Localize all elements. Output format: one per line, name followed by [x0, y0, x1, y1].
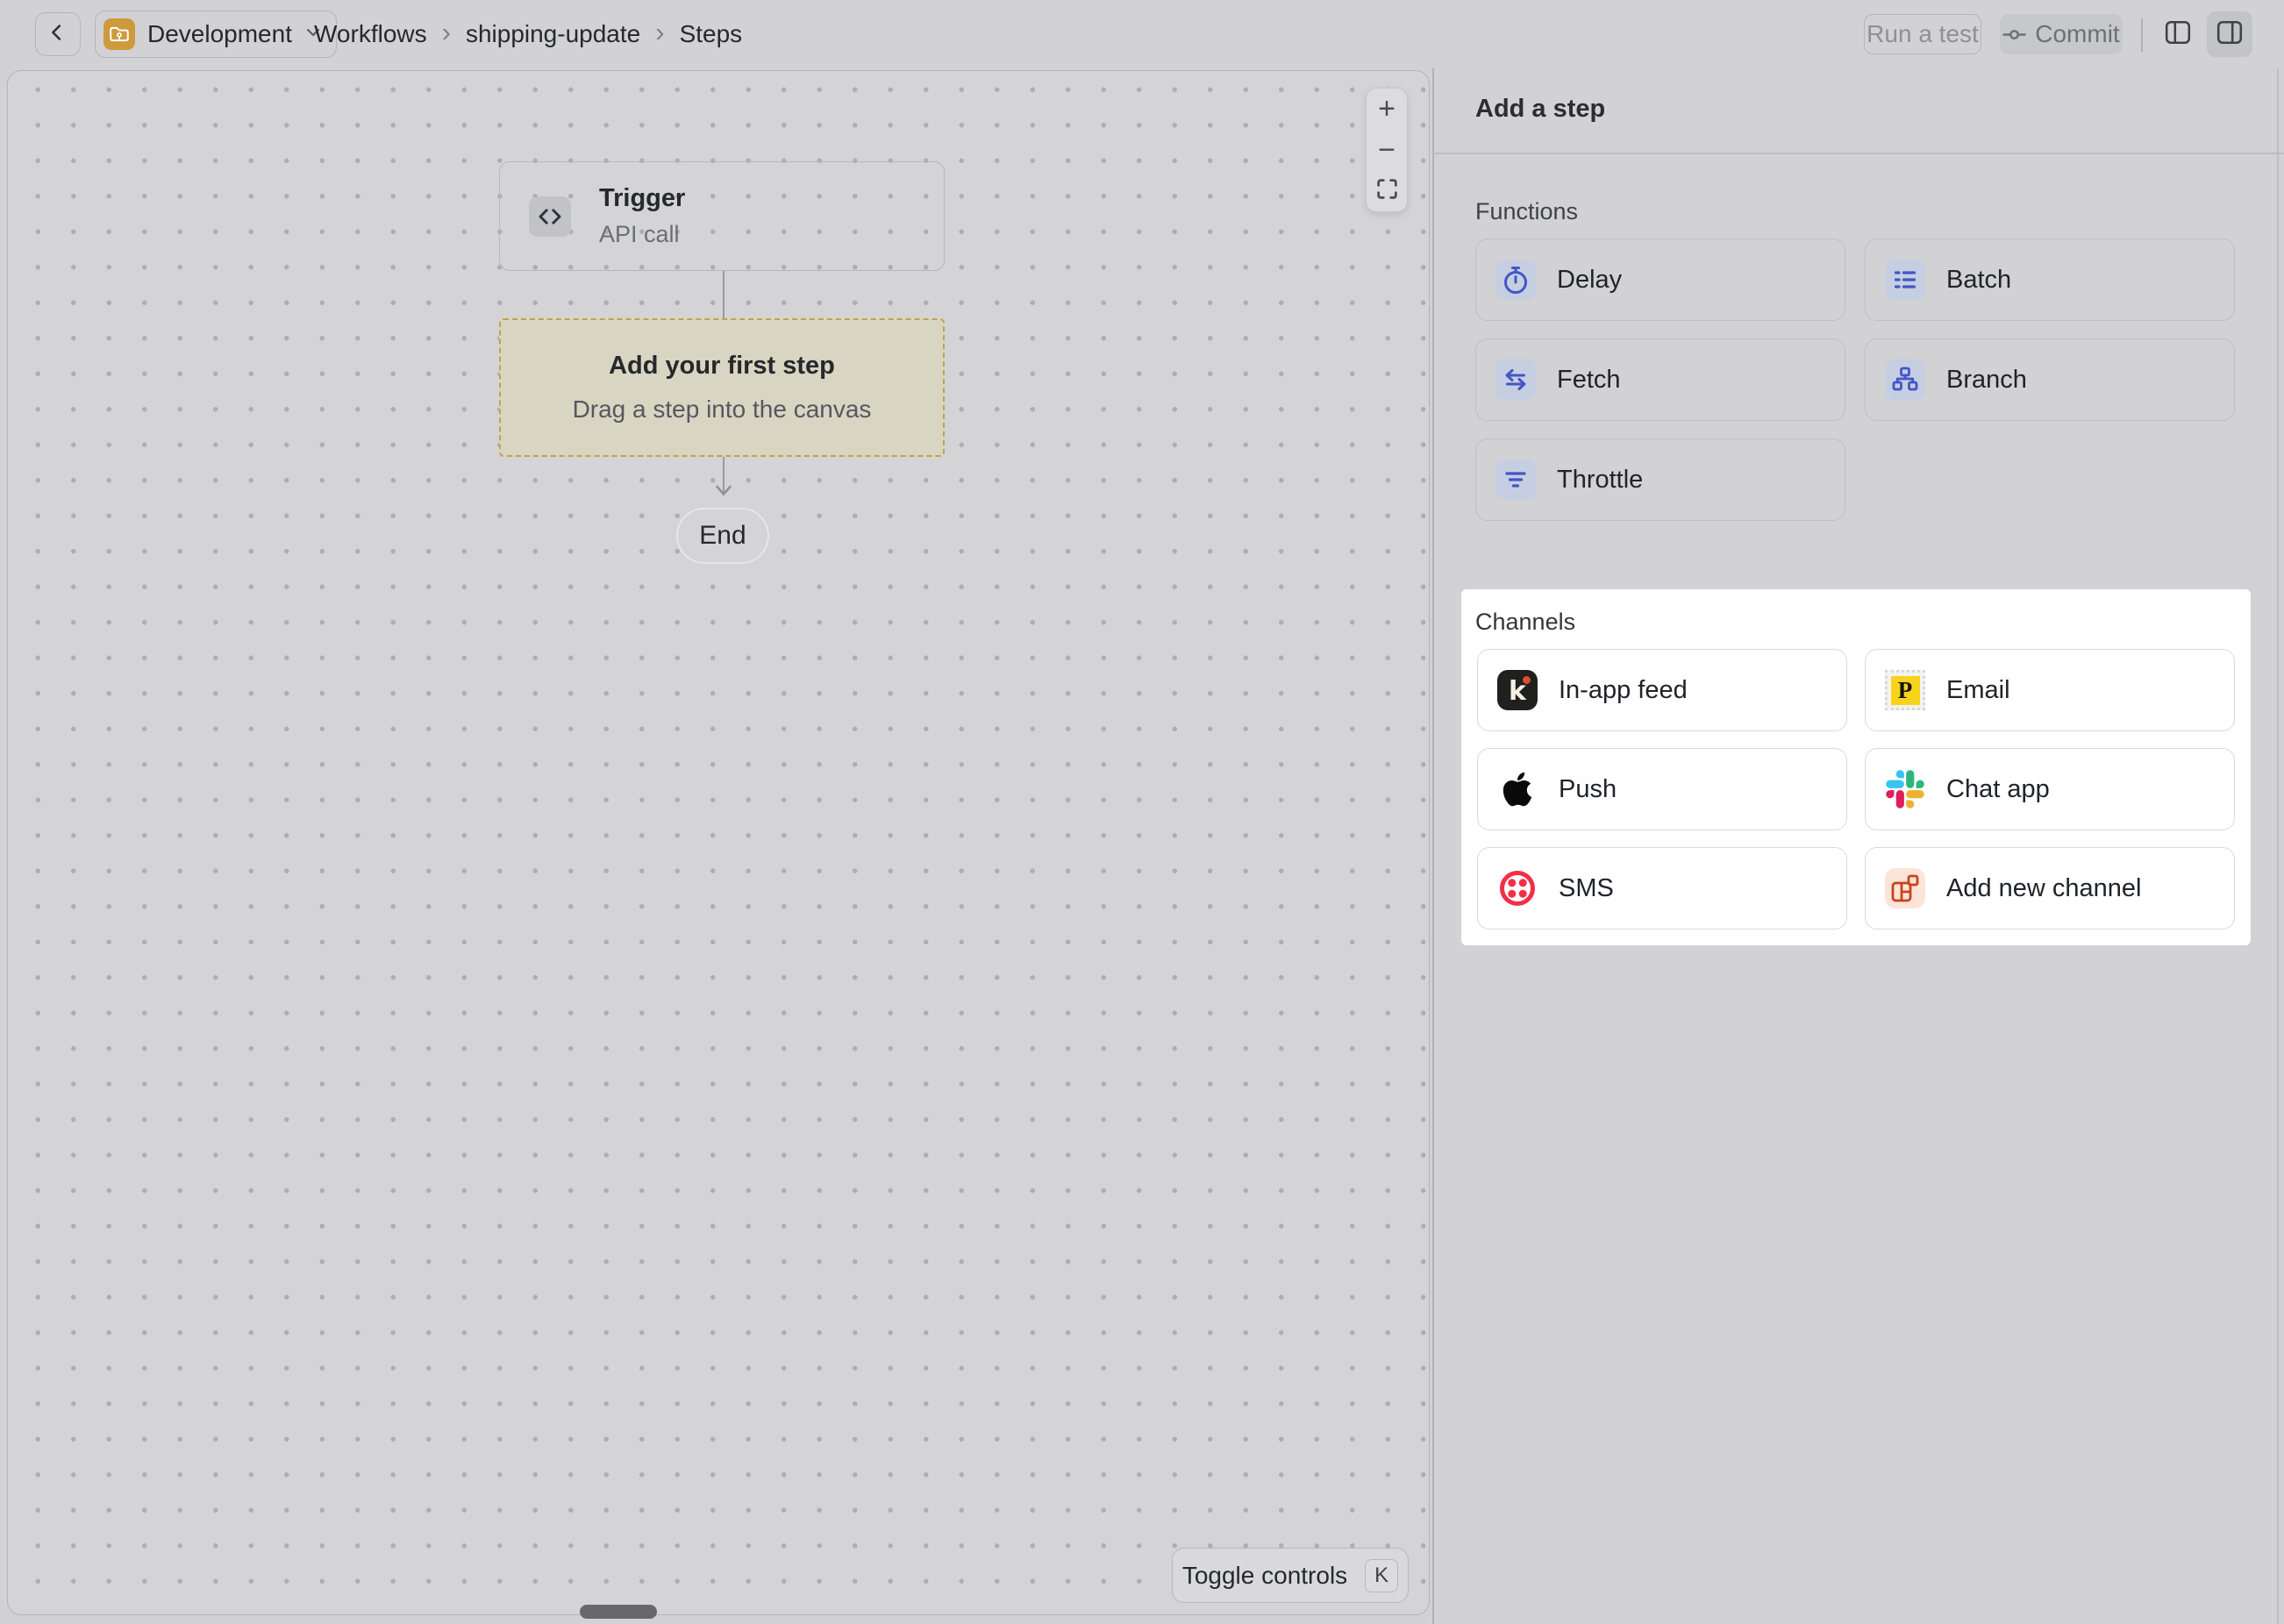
channel-card-label: SMS	[1559, 874, 1614, 903]
zoom-out-button[interactable]: −	[1367, 135, 1407, 165]
channel-card-label: Push	[1559, 775, 1617, 804]
filter-lines-icon	[1495, 459, 1536, 500]
apple-logo-icon	[1497, 769, 1538, 809]
channel-card-push[interactable]: Push	[1477, 748, 1847, 830]
postmark-logo-icon: P	[1885, 670, 1925, 710]
workflow-canvas[interactable]: Trigger API call Add your first step Dra…	[7, 70, 1430, 1615]
git-commit-icon	[2002, 20, 2026, 48]
function-card-label: Fetch	[1557, 366, 1621, 395]
breadcrumb-workflow-name[interactable]: shipping-update	[466, 20, 640, 48]
twilio-logo-icon	[1497, 868, 1538, 908]
chevron-left-icon	[45, 19, 71, 50]
add-channel-icon	[1885, 868, 1925, 908]
breadcrumb-separator: ›	[655, 17, 664, 48]
horizontal-scrollbar-thumb[interactable]	[580, 1605, 657, 1619]
sidebar-title-divider	[1434, 153, 2284, 154]
left-panel-icon	[2164, 18, 2192, 51]
channel-card-in-app-feed[interactable]: k In-app feed	[1477, 649, 1847, 731]
function-card-label: Batch	[1946, 266, 2011, 295]
function-card-label: Throttle	[1557, 466, 1643, 495]
channels-section: Channels k In-app feed P Email Push	[1461, 589, 2251, 945]
arrowhead-down-icon	[715, 485, 732, 501]
trigger-node-subtitle: API call	[599, 221, 685, 248]
breadcrumb-steps[interactable]: Steps	[680, 20, 743, 48]
slack-logo-icon	[1885, 769, 1925, 809]
knock-logo-icon: k	[1497, 670, 1538, 710]
header-divider	[2141, 18, 2143, 52]
breadcrumb: Workflows › shipping-update › Steps	[314, 0, 742, 68]
canvas-zoom-controls: + −	[1366, 88, 1408, 212]
functions-section-label: Functions	[1475, 198, 1578, 225]
sidebar-title: Add a step	[1475, 95, 1605, 124]
channel-card-add-new-channel[interactable]: Add new channel	[1865, 847, 2235, 930]
end-node[interactable]: End	[676, 508, 769, 564]
code-brackets-icon	[529, 196, 571, 237]
commit-label: Commit	[2035, 20, 2119, 48]
function-card-delay[interactable]: Delay	[1475, 239, 1845, 321]
edge-trigger-to-placeholder	[723, 271, 724, 318]
channel-card-chat-app[interactable]: Chat app	[1865, 748, 2235, 830]
swap-arrows-icon	[1495, 360, 1536, 400]
back-button[interactable]	[35, 12, 81, 56]
trigger-node[interactable]: Trigger API call	[499, 161, 945, 271]
environment-label: Development	[147, 20, 292, 48]
function-card-branch[interactable]: Branch	[1865, 338, 2235, 421]
breadcrumb-separator: ›	[442, 17, 451, 48]
keyboard-shortcut-badge: K	[1365, 1559, 1398, 1592]
toggle-right-panel-button[interactable]	[2207, 11, 2252, 57]
toggle-controls-button[interactable]: Toggle controls K	[1172, 1548, 1409, 1603]
channel-card-email[interactable]: P Email	[1865, 649, 2235, 731]
trigger-node-title: Trigger	[599, 184, 685, 213]
dropzone-subtitle: Drag a step into the canvas	[573, 395, 872, 424]
channel-card-label: In-app feed	[1559, 676, 1688, 705]
function-card-label: Branch	[1946, 366, 2027, 395]
commit-button[interactable]: Commit	[2000, 14, 2123, 54]
toggle-controls-label: Toggle controls	[1182, 1562, 1347, 1590]
app-window: Development Workflows › shipping-update …	[0, 0, 2284, 1624]
channels-section-label: Channels	[1475, 609, 1575, 636]
add-first-step-dropzone[interactable]: Add your first step Drag a step into the…	[499, 318, 945, 457]
channel-card-label: Add new channel	[1946, 874, 2142, 903]
function-card-fetch[interactable]: Fetch	[1475, 338, 1845, 421]
list-icon	[1885, 260, 1925, 300]
toggle-left-panel-button[interactable]	[2158, 14, 2198, 54]
environment-selector[interactable]: Development	[95, 11, 337, 58]
function-card-batch[interactable]: Batch	[1865, 239, 2235, 321]
channel-card-sms[interactable]: SMS	[1477, 847, 1847, 930]
channel-card-label: Email	[1946, 676, 2010, 705]
sidebar-divider	[1432, 68, 1434, 1624]
sidebar-scrollbar-track	[2277, 68, 2279, 1624]
breadcrumb-workflows[interactable]: Workflows	[314, 20, 427, 48]
zoom-in-button[interactable]: +	[1367, 94, 1407, 124]
function-card-label: Delay	[1557, 266, 1622, 295]
run-a-test-button[interactable]: Run a test	[1864, 14, 1981, 54]
right-panel-icon	[2216, 18, 2244, 51]
folder-lock-icon	[103, 18, 135, 50]
channel-card-label: Chat app	[1946, 775, 2050, 804]
postmark-monogram: P	[1898, 677, 1913, 704]
tree-icon	[1885, 360, 1925, 400]
function-card-throttle[interactable]: Throttle	[1475, 438, 1845, 521]
run-a-test-label: Run a test	[1866, 20, 1979, 48]
fit-view-button[interactable]	[1367, 176, 1407, 206]
end-node-label: End	[699, 521, 746, 551]
knock-dot	[1523, 676, 1531, 684]
stopwatch-icon	[1495, 260, 1536, 300]
dropzone-title: Add your first step	[609, 352, 835, 381]
fullscreen-icon	[1375, 175, 1399, 208]
